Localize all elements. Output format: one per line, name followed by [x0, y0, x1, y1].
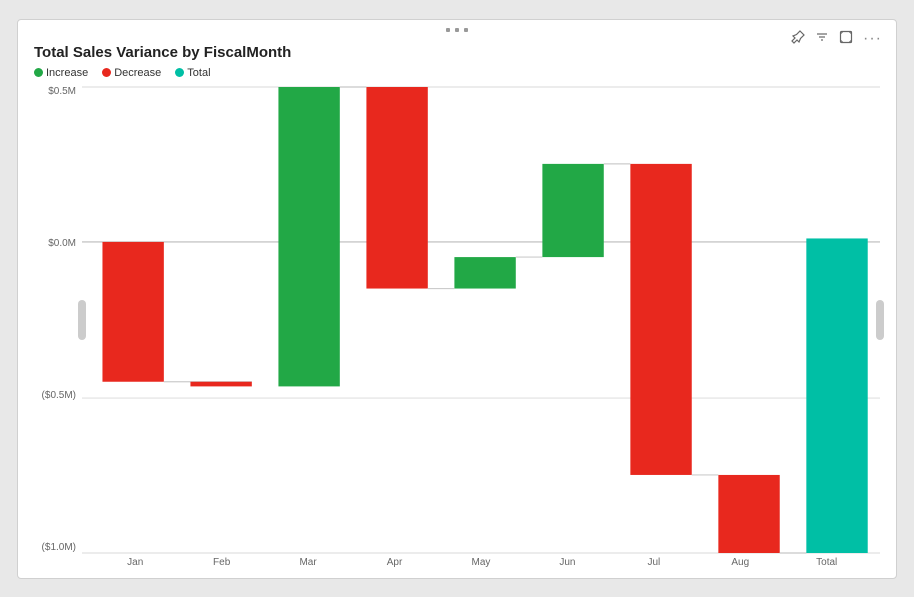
legend-dot-decrease	[102, 68, 111, 77]
x-label-jun: Jun	[524, 557, 610, 568]
bar-may	[454, 257, 515, 288]
legend-dot-increase	[34, 68, 43, 77]
x-label-total: Total	[784, 557, 870, 568]
y-label-n10: ($1.0M)	[42, 543, 76, 553]
chart-legend: Increase Decrease Total	[34, 67, 880, 79]
pin-icon[interactable]	[791, 30, 805, 47]
chart-card: ··· Total Sales Variance by FiscalMonth …	[17, 19, 897, 579]
x-label-feb: Feb	[178, 557, 264, 568]
x-axis: Jan Feb Mar Apr May Jun Jul Aug Total	[82, 553, 880, 568]
chart-title: Total Sales Variance by FiscalMonth	[34, 44, 880, 61]
x-label-apr: Apr	[351, 557, 437, 568]
legend-item-decrease: Decrease	[102, 67, 161, 79]
y-label-00: $0.0M	[48, 239, 76, 249]
legend-dot-total	[175, 68, 184, 77]
waterfall-chart-svg	[82, 87, 880, 553]
bar-apr	[366, 87, 427, 289]
y-label-n05: ($0.5M)	[42, 391, 76, 401]
x-label-jul: Jul	[611, 557, 697, 568]
resize-handle-left[interactable]	[78, 300, 86, 340]
bar-jul	[630, 163, 691, 474]
x-label-mar: Mar	[265, 557, 351, 568]
bar-aug	[718, 474, 779, 552]
y-axis: $0.5M $0.0M ($0.5M) ($1.0M)	[34, 87, 82, 553]
drag-handle[interactable]	[446, 28, 468, 32]
x-label-may: May	[438, 557, 524, 568]
toolbar: ···	[791, 30, 882, 48]
chart-area: $0.5M $0.0M ($0.5M) ($1.0M)	[34, 87, 880, 568]
legend-label-decrease: Decrease	[114, 67, 161, 79]
resize-handle-right[interactable]	[876, 300, 884, 340]
more-options-icon[interactable]: ···	[863, 30, 882, 48]
bar-jun-increase	[542, 163, 603, 256]
bar-feb	[190, 381, 251, 386]
bar-mar	[278, 87, 339, 386]
legend-item-increase: Increase	[34, 67, 88, 79]
legend-label-increase: Increase	[46, 67, 88, 79]
expand-icon[interactable]	[839, 30, 853, 47]
bar-jan	[102, 241, 163, 381]
chart-inner: $0.5M $0.0M ($0.5M) ($1.0M)	[34, 87, 880, 553]
filter-icon[interactable]	[815, 30, 829, 47]
x-label-jan: Jan	[92, 557, 178, 568]
legend-item-total: Total	[175, 67, 210, 79]
y-label-05: $0.5M	[48, 87, 76, 97]
chart-plot	[82, 87, 880, 553]
legend-label-total: Total	[187, 67, 210, 79]
bar-total	[806, 238, 867, 553]
x-label-aug: Aug	[697, 557, 783, 568]
